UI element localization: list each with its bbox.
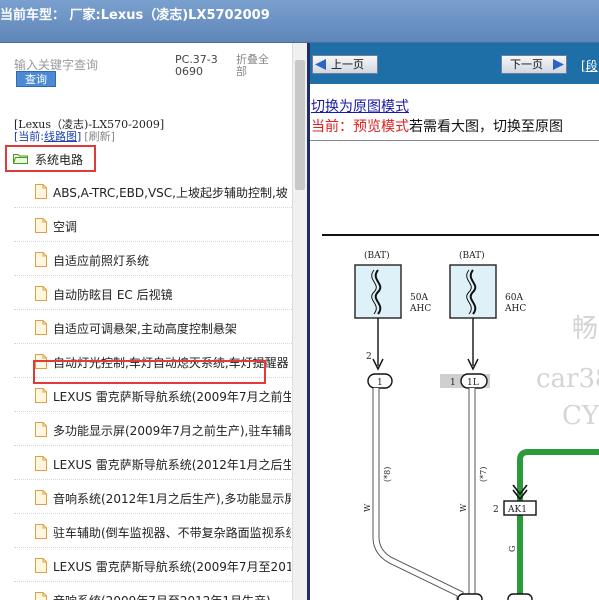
current-label: [当前: (14, 130, 44, 143)
circuit-item-label: 空调 (53, 220, 78, 234)
document-icon (35, 286, 47, 301)
watermark-3: CY (562, 401, 599, 431)
divider-line (310, 140, 599, 141)
current-location: [当前:线路图] [刷新] (14, 128, 115, 144)
circuit-item[interactable]: 自适应前照灯系统 (14, 242, 292, 276)
circuit-item[interactable]: 自动防眩目 EC 后视镜 (14, 276, 292, 310)
circuit-item[interactable]: 空调 (14, 208, 292, 242)
watermark-1: 畅 (572, 314, 598, 344)
fuse2-source-label: (BAT) (459, 250, 485, 261)
scrollbar-thumb[interactable] (295, 60, 305, 190)
connector2-label: 1L (467, 378, 479, 388)
fuse2-rating: 60A (505, 293, 523, 303)
wire1-code: (*8) (383, 467, 392, 482)
document-icon (35, 320, 47, 335)
wire1-color: W (363, 503, 372, 512)
circuit-item[interactable]: 音响系统(2012年1月之后生产),多功能显示屏 (14, 480, 292, 514)
next-page-label: 下一页 (510, 58, 543, 71)
collapse-all-link[interactable]: 折叠全部 (236, 54, 272, 78)
document-icon (35, 388, 47, 403)
circuit-item-label: 驻车辅助(倒车监视器、不带复杂路面监视系统 (53, 526, 291, 540)
left-scrollbar[interactable] (292, 43, 307, 600)
connector3-pin: 2 (493, 505, 499, 515)
refresh-link[interactable]: [刷新] (84, 130, 115, 143)
document-icon (35, 184, 47, 199)
category-system-circuit[interactable]: 系统电路 (5, 145, 96, 172)
highlighted-item-box (33, 360, 266, 384)
nav-more-link[interactable]: [段 (581, 57, 598, 74)
prev-page-button[interactable]: 上一页 (312, 55, 378, 74)
circuit-item[interactable]: LEXUS 雷克萨斯导航系统(2012年1月之后生产 (14, 446, 292, 480)
document-icon (35, 558, 47, 573)
circuit-item[interactable]: 驻车辅助(倒车监视器、不带复杂路面监视系统 (14, 514, 292, 548)
document-icon (35, 252, 47, 267)
document-icon (35, 592, 47, 600)
bottom-connector-a (457, 593, 483, 600)
watermark-2: car38 (536, 364, 599, 394)
preview-mode-note: 当前：预览模式若需看大图，切换至原图 (311, 116, 563, 136)
circuit-item[interactable]: ABS,A-TRC,EBD,VSC,上坡起步辅助控制,坡 (14, 174, 292, 208)
circuit-item-label: ABS,A-TRC,EBD,VSC,上坡起步辅助控制,坡 (53, 186, 288, 200)
fuse1-rating: 50A (410, 293, 428, 303)
circuit-item-label: LEXUS 雷克萨斯导航系统(2009年7月之前生产 (53, 390, 291, 404)
circuit-item-label: 自适应前照灯系统 (53, 254, 150, 268)
page-nav-bar: 上一页 下一页 [段 (310, 43, 599, 84)
document-icon (35, 490, 47, 505)
fuse1-source-label: (BAT) (364, 250, 390, 261)
title-bar: 当前车型： 厂家:Lexus（凌志)LX5702009 (0, 0, 599, 43)
green-wire (517, 449, 599, 600)
preview-mode-label: 当前：预览模式 (311, 119, 409, 135)
vehicle-title: 当前车型： 厂家:Lexus（凌志)LX5702009 (0, 8, 270, 23)
circuit-item[interactable]: 自适应可调悬架,主动高度控制悬架 (14, 310, 292, 344)
wire2-color: W (459, 503, 468, 512)
document-icon (35, 524, 47, 539)
circuit-item-label: 音响系统(2009年7月至2012年1月生产), (53, 592, 291, 600)
current-value-link[interactable]: 线路图 (44, 130, 77, 143)
fuse1-pin: 2 (366, 352, 372, 362)
fuse1-name: AHC (409, 304, 431, 314)
circuit-item-label: 多功能显示屏(2009年7月之前生产),驻车辅助 (53, 424, 291, 438)
circuit-item-label: 自动防眩目 EC 后视镜 (53, 288, 173, 302)
folder-icon (13, 154, 28, 164)
connector1-label: 1 (377, 378, 383, 388)
next-page-button[interactable]: 下一页 (501, 55, 567, 74)
document-icon (35, 456, 47, 471)
wiring-diagram: 畅 car38 CY (BAT) 50A AHC 2 1 (BAT) 60A A… (322, 234, 599, 600)
wire1 (372, 388, 464, 600)
circuit-item-label: LEXUS 雷克萨斯导航系统(2012年1月之后生产 (53, 458, 291, 472)
arrow-right-icon (553, 59, 564, 70)
document-icon (35, 218, 47, 233)
connector3-label: AK1 (507, 505, 527, 515)
bottom-connector-b (507, 593, 533, 600)
wire2-code: (*7) (479, 467, 488, 482)
circuit-item[interactable]: LEXUS 雷克萨斯导航系统(2009年7月至2012年 (14, 548, 292, 582)
connector2-pin: 1 (450, 378, 456, 388)
arrow-left-icon (315, 59, 326, 70)
right-panel: 上一页 下一页 [段 切换为原图模式 当前：预览模式若需看大图，切换至原图 畅 … (310, 43, 599, 600)
circuit-item-label: 自适应可调悬架,主动高度控制悬架 (53, 322, 237, 336)
category-label: 系统电路 (35, 153, 84, 167)
circuit-list: ABS,A-TRC,EBD,VSC,上坡起步辅助控制,坡 空调自适应前照灯系统自动… (0, 174, 292, 600)
circuit-item[interactable]: 多功能显示屏(2009年7月之前生产),驻车辅助 (14, 412, 292, 446)
pc-code: PC.37-30690 (175, 53, 218, 78)
circuit-item[interactable]: 音响系统(2009年7月至2012年1月生产), (14, 582, 292, 600)
wire3-color: G (508, 546, 517, 552)
preview-mode-hint: 若需看大图，切换至原图 (409, 119, 563, 135)
switch-original-mode-link[interactable]: 切换为原图模式 (311, 96, 409, 116)
left-panel: 输入关键字查询 查询 PC.37-30690 折叠全部 [Lexus（凌志)-L… (0, 43, 307, 600)
prev-page-label: 上一页 (331, 58, 364, 71)
circuit-item-label: LEXUS 雷克萨斯导航系统(2009年7月至2012年 (53, 560, 291, 574)
fuse2-name: AHC (504, 304, 526, 314)
document-icon (35, 422, 47, 437)
current-close: ] (77, 130, 82, 143)
search-button[interactable]: 查询 (16, 71, 56, 87)
circuit-item-label: 音响系统(2012年1月之后生产),多功能显示屏 (53, 492, 291, 506)
